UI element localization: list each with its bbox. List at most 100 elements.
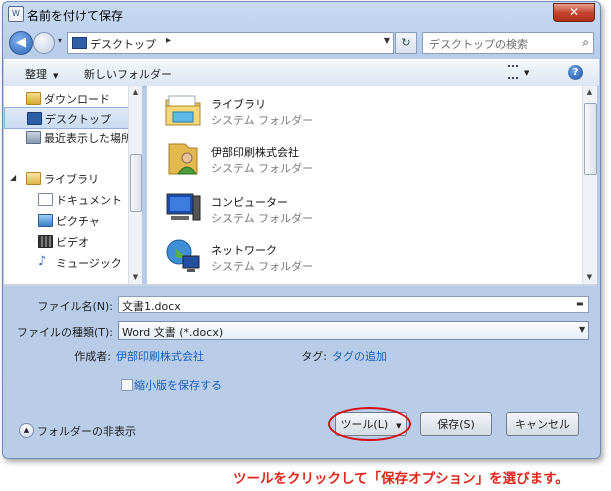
- window-title: 名前を付けて保存: [27, 9, 124, 23]
- library-icon: [26, 172, 41, 185]
- instruction-caption: ツールをクリックして「保存オプション」を選びます。: [233, 471, 569, 487]
- file-item-library[interactable]: ライブラリ システム フォルダー: [161, 88, 461, 132]
- scroll-up-icon[interactable]: ▲: [129, 86, 142, 99]
- organize-button[interactable]: 整理 ▼: [25, 66, 58, 82]
- refresh-button[interactable]: ↻: [395, 32, 417, 54]
- doc-icon: W: [8, 6, 24, 22]
- refresh-icon: ↻: [401, 36, 411, 49]
- author-label: 作成者:: [74, 350, 111, 363]
- search-placeholder: デスクトップの検索: [429, 38, 528, 51]
- tools-label: ツール(L): [340, 418, 389, 431]
- recent-pages-dropdown[interactable]: ▾: [55, 34, 65, 48]
- file-type: システム フォルダー: [211, 162, 314, 175]
- views-icon: [508, 65, 518, 79]
- cancel-button[interactable]: キャンセル: [506, 412, 579, 436]
- nav-item-library[interactable]: ◢ ライブラリ: [4, 168, 128, 188]
- views-button[interactable]: ▼: [508, 65, 540, 81]
- chevron-down-icon: ▼: [396, 422, 402, 430]
- title-bar: W 名前を付けて保存 ✕: [3, 2, 600, 26]
- navigation-pane: ダウンロード デスクトップ 最近表示した場所 ◢ ライブラリ ドキュメント ピク…: [4, 86, 142, 284]
- tools-button[interactable]: ツール(L) ▼: [335, 412, 407, 436]
- pictures-icon: [38, 214, 53, 227]
- file-item-network[interactable]: ネットワーク システム フォルダー: [161, 234, 461, 278]
- documents-icon: [38, 193, 53, 206]
- close-icon: ✕: [568, 5, 580, 19]
- forward-button[interactable]: [33, 32, 55, 54]
- network-icon: [166, 239, 200, 272]
- chevron-down-icon: ▼: [524, 69, 530, 77]
- nav-item-pictures[interactable]: ピクチャ: [16, 210, 140, 230]
- user-folder-icon: [168, 143, 198, 175]
- recent-places-icon: [26, 131, 41, 144]
- scroll-thumb[interactable]: [130, 154, 142, 212]
- download-folder-icon: [26, 92, 41, 105]
- music-icon: ♪: [38, 254, 47, 269]
- save-thumbnail-label[interactable]: 縮小版を保存する: [134, 377, 222, 393]
- save-button[interactable]: 保存(S): [420, 412, 492, 436]
- scroll-down-icon[interactable]: ▼: [129, 271, 142, 284]
- file-item-computer[interactable]: コンピューター システム フォルダー: [161, 186, 461, 230]
- file-name: ライブラリ: [211, 98, 266, 111]
- chevron-down-icon: ▼: [53, 72, 59, 80]
- pane-divider: [4, 284, 597, 286]
- file-name: 伊部印刷株式会社: [211, 146, 299, 159]
- nav-item-label: 最近表示した場所: [44, 132, 132, 145]
- nav-item-label: ドキュメント: [56, 194, 122, 207]
- tags-value[interactable]: タグの追加: [332, 348, 387, 364]
- search-icon[interactable]: ⌕: [582, 35, 589, 50]
- file-type: システム フォルダー: [211, 212, 314, 225]
- address-row: ◀ ▾ デスクトップ ▸ ▼ ↻ デスクトップの検索 ⌕: [3, 28, 600, 56]
- nav-item-label: ライブラリ: [44, 173, 99, 186]
- nav-item-videos[interactable]: ビデオ: [16, 231, 140, 251]
- search-input[interactable]: デスクトップの検索 ⌕: [422, 32, 594, 54]
- nav-item-label: ピクチャ: [56, 215, 100, 228]
- scroll-down-icon[interactable]: ▼: [583, 271, 596, 284]
- command-bar: 整理 ▼ 新しいフォルダー ▼ ?: [4, 59, 599, 87]
- save-thumbnail-checkbox[interactable]: [121, 379, 133, 391]
- file-list: ライブラリ システム フォルダー 伊部印刷株式会社 システム フォルダー コンピ…: [147, 86, 592, 284]
- computer-icon: [166, 193, 201, 221]
- address-location[interactable]: デスクトップ: [90, 36, 156, 52]
- chevron-right-icon[interactable]: ▸: [166, 35, 171, 46]
- save-as-dialog: W 名前を付けて保存 ✕ ◀ ▾ デスクトップ ▸ ▼ ↻ デスクトップの検索 …: [2, 1, 601, 459]
- file-list-scrollbar[interactable]: ▲ ▼: [582, 86, 597, 284]
- nav-item-label: ダウンロード: [44, 93, 110, 106]
- file-type: システム フォルダー: [211, 114, 314, 127]
- tags-label: タグ:: [301, 350, 327, 363]
- file-name: コンピューター: [211, 196, 288, 209]
- back-arrow-icon: ◀: [16, 35, 26, 50]
- chevron-down-icon[interactable]: ▬: [576, 299, 584, 308]
- nav-item-desktop[interactable]: デスクトップ: [4, 107, 130, 129]
- nav-item-label: デスクトップ: [45, 113, 111, 126]
- back-button[interactable]: ◀: [9, 31, 33, 55]
- nav-item-recent-places[interactable]: 最近表示した場所: [4, 127, 132, 147]
- nav-item-label: ミュージック: [56, 257, 122, 270]
- nav-item-documents[interactable]: ドキュメント: [16, 189, 140, 209]
- filename-label: ファイル名(N):: [37, 300, 113, 313]
- desktop-icon: [72, 37, 87, 49]
- new-folder-button[interactable]: 新しいフォルダー: [84, 66, 172, 82]
- filetype-label: ファイルの種類(T):: [16, 326, 113, 339]
- chevron-down-icon[interactable]: ▼: [579, 325, 585, 334]
- desktop-icon: [27, 112, 42, 125]
- scroll-thumb[interactable]: [584, 103, 597, 175]
- author-value[interactable]: 伊部印刷株式会社: [116, 348, 204, 364]
- chevron-up-icon[interactable]: ▲: [19, 423, 34, 438]
- nav-item-downloads[interactable]: ダウンロード: [4, 88, 128, 108]
- close-button[interactable]: ✕: [553, 3, 595, 22]
- help-button[interactable]: ?: [568, 65, 583, 80]
- scroll-up-icon[interactable]: ▲: [583, 86, 596, 99]
- chevron-down-icon[interactable]: ▼: [384, 36, 390, 45]
- hide-folders-link[interactable]: フォルダーの非表示: [37, 423, 136, 439]
- nav-item-music[interactable]: ♪ ミュージック: [16, 252, 140, 272]
- filetype-select[interactable]: Word 文書 (*.docx): [118, 321, 589, 340]
- videos-icon: [38, 235, 53, 248]
- file-item-user-folder[interactable]: 伊部印刷株式会社 システム フォルダー: [161, 136, 461, 180]
- filename-field[interactable]: 文書1.docx: [118, 296, 589, 313]
- address-bar[interactable]: デスクトップ ▸ ▼: [67, 32, 394, 54]
- tree-collapse-icon[interactable]: ◢: [10, 173, 16, 182]
- nav-scrollbar[interactable]: ▲ ▼: [128, 86, 142, 284]
- library-folder-icon: [165, 95, 201, 126]
- organize-label: 整理: [25, 68, 47, 81]
- file-name: ネットワーク: [211, 244, 277, 257]
